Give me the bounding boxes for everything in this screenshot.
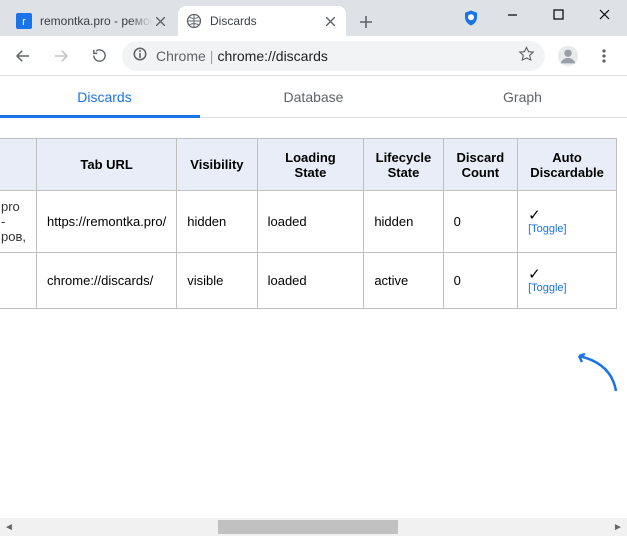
annotation-arrow <box>571 353 621 393</box>
shield-icon[interactable] <box>461 8 481 28</box>
cell-lifecycle-state: hidden <box>364 191 443 253</box>
toggle-link[interactable]: [Toggle] <box>528 223 606 235</box>
address-text: Chrome|chrome://discards <box>156 48 328 64</box>
scrollbar-thumb[interactable] <box>218 520 398 534</box>
scrollbar-track[interactable] <box>18 518 609 536</box>
tab-graph[interactable]: Graph <box>418 76 627 117</box>
header-visibility[interactable]: Visibility <box>177 139 257 191</box>
horizontal-scrollbar[interactable]: ◄ ► <box>0 518 627 536</box>
cell-stub <box>0 253 36 309</box>
address-scheme-label: Chrome <box>156 48 206 64</box>
tab-database[interactable]: Database <box>209 76 418 117</box>
cell-loading-state: loaded <box>257 253 364 309</box>
address-url: chrome://discards <box>217 48 327 64</box>
maximize-button[interactable] <box>535 0 581 28</box>
discards-table: Tab URL Visibility Loading State Lifecyc… <box>0 138 617 309</box>
minimize-button[interactable] <box>489 0 535 28</box>
toggle-link[interactable]: [Toggle] <box>528 282 606 294</box>
new-tab-button[interactable] <box>352 8 380 36</box>
browser-tab-discards[interactable]: Discards <box>178 6 346 36</box>
close-icon[interactable] <box>322 13 338 29</box>
window-controls <box>489 0 627 28</box>
cell-stub: pro - ров, <box>0 191 36 253</box>
table-row: pro - ров, https://remontka.pro/ hidden … <box>0 191 617 253</box>
close-icon[interactable] <box>152 13 168 29</box>
address-bar[interactable]: Chrome|chrome://discards <box>122 41 545 71</box>
cell-discard-count: 0 <box>443 191 517 253</box>
scroll-left-arrow-icon[interactable]: ◄ <box>0 522 18 533</box>
tab-discards[interactable]: Discards <box>0 76 209 117</box>
header-tab-url[interactable]: Tab URL <box>36 139 176 191</box>
globe-icon <box>186 13 202 29</box>
forward-button[interactable] <box>46 41 76 71</box>
kebab-menu-icon[interactable] <box>589 41 619 71</box>
page-tabs: Discards Database Graph <box>0 76 627 118</box>
table-row: chrome://discards/ visible loaded active… <box>0 253 617 309</box>
header-stub <box>0 139 36 191</box>
discards-table-container: Tab URL Visibility Loading State Lifecyc… <box>0 118 627 516</box>
browser-titlebar: r remontka.pro - ремон Discards <box>0 0 627 36</box>
profile-avatar-icon[interactable] <box>553 41 583 71</box>
check-icon: ✓ <box>528 207 541 224</box>
favicon-remontka: r <box>16 13 32 29</box>
close-window-button[interactable] <box>581 0 627 28</box>
site-info-icon[interactable] <box>132 46 148 65</box>
check-icon: ✓ <box>528 266 541 283</box>
cell-visibility: hidden <box>177 191 257 253</box>
cell-lifecycle-state: active <box>364 253 443 309</box>
scroll-right-arrow-icon[interactable]: ► <box>609 522 627 533</box>
browser-tab-title: remontka.pro - ремон <box>40 14 152 28</box>
cell-auto-discardable: ✓ [Toggle] <box>518 191 617 253</box>
bookmark-star-icon[interactable] <box>518 46 535 66</box>
cell-auto-discardable: ✓ [Toggle] <box>518 253 617 309</box>
reload-button[interactable] <box>84 41 114 71</box>
browser-toolbar: Chrome|chrome://discards <box>0 36 627 76</box>
back-button[interactable] <box>8 41 38 71</box>
cell-tab-url: chrome://discards/ <box>36 253 176 309</box>
cell-discard-count: 0 <box>443 253 517 309</box>
table-header-row: Tab URL Visibility Loading State Lifecyc… <box>0 139 617 191</box>
header-loading-state[interactable]: Loading State <box>257 139 364 191</box>
header-lifecycle-state[interactable]: Lifecycle State <box>364 139 443 191</box>
cell-loading-state: loaded <box>257 191 364 253</box>
cell-visibility: visible <box>177 253 257 309</box>
browser-tab-remontka[interactable]: r remontka.pro - ремон <box>8 6 176 36</box>
header-discard-count[interactable]: Discard Count <box>443 139 517 191</box>
browser-tab-title: Discards <box>210 14 322 28</box>
cell-tab-url: https://remontka.pro/ <box>36 191 176 253</box>
svg-text:r: r <box>22 16 26 28</box>
header-auto-discardable[interactable]: Auto Discardable <box>518 139 617 191</box>
